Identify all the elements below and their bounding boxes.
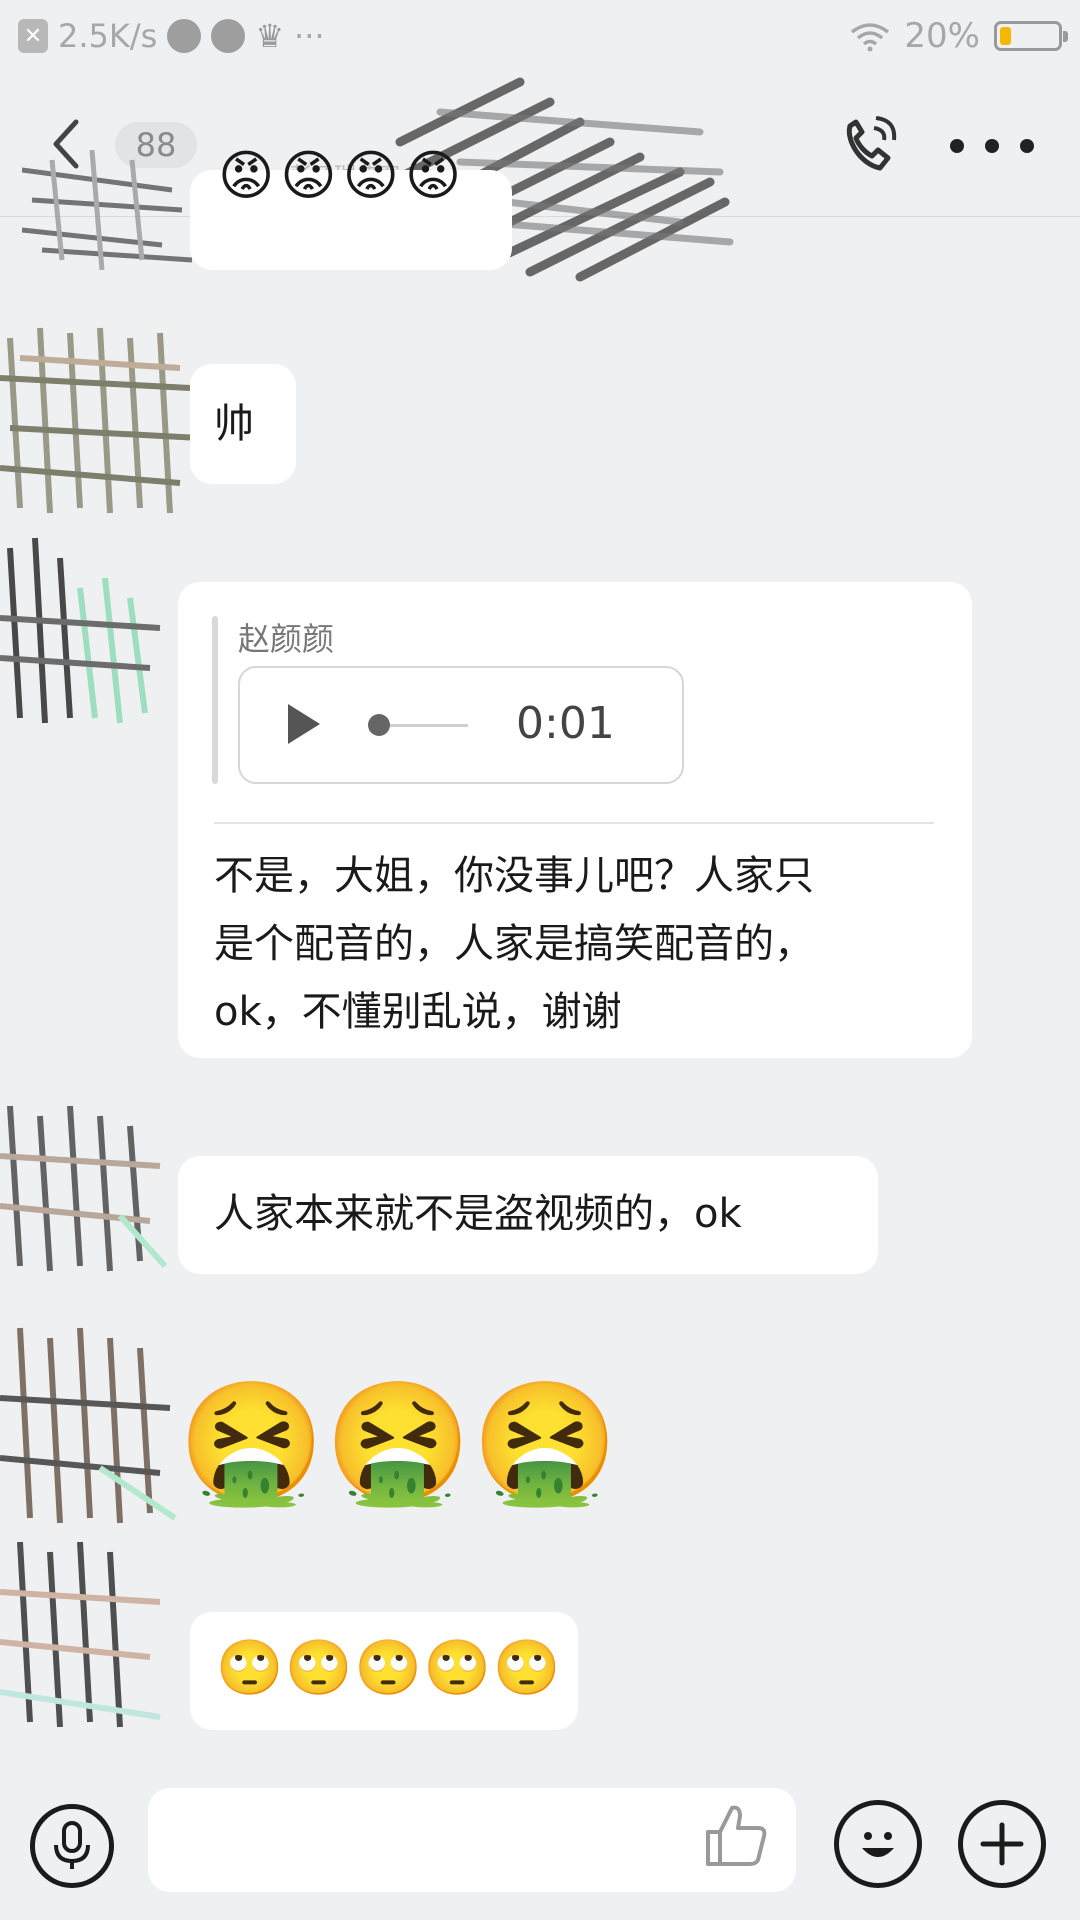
voice-progress-knob[interactable] — [368, 714, 390, 736]
message-bubble[interactable]: 🙄🙄🙄🙄🙄 — [190, 1612, 578, 1730]
avatar[interactable] — [0, 1532, 170, 1732]
message-emoji-row[interactable]: 🤮🤮🤮 — [178, 1372, 619, 1512]
message-emoji: 🙄🙄🙄🙄🙄 — [216, 1636, 563, 1699]
reply-divider — [214, 822, 934, 824]
message-text-line: ok，不懂别乱说，谢谢 — [214, 989, 622, 1035]
message-text: 帅 — [214, 401, 254, 447]
more-icon[interactable] — [950, 132, 1034, 160]
status-right: 20% — [850, 14, 1068, 58]
quote-bar — [212, 616, 218, 784]
crown-icon: ♛ — [255, 17, 285, 55]
battery-fill — [1000, 27, 1012, 45]
wifi-icon — [851, 23, 890, 52]
message-bubble[interactable]: 帅 — [190, 364, 296, 484]
avatar[interactable] — [22, 150, 192, 270]
emoji-icon[interactable] — [834, 1800, 922, 1888]
voice-duration: 0:01 — [516, 698, 615, 749]
battery-percent: 20% — [904, 16, 980, 56]
message-bubble[interactable]: 😡😡😡😡 — [190, 144, 512, 270]
status-bar: ✕ 2.5K/s ♛ ··· 20% — [0, 0, 1080, 72]
play-icon[interactable] — [288, 704, 320, 744]
message-bubble[interactable]: 人家本来就不是盗视频的，ok — [178, 1156, 878, 1274]
message-emoji: 🤮🤮🤮 — [178, 1373, 619, 1511]
reply-text: 不是，大姐，你没事儿吧？人家只 是个配音的，人家是搞笑配音的， ok，不懂别乱说… — [214, 848, 954, 1040]
message-text-line: 不是，大姐，你没事儿吧？人家只 — [214, 853, 814, 899]
phone-icon[interactable] — [836, 110, 902, 176]
message-text-line: 是个配音的，人家是搞笑配音的， — [214, 921, 814, 967]
mic-icon[interactable] — [30, 1804, 114, 1888]
avatar[interactable] — [0, 1096, 170, 1276]
plus-icon[interactable] — [958, 1800, 1046, 1888]
avatar[interactable] — [0, 318, 200, 518]
app-notification-icon — [167, 19, 202, 53]
battery-icon — [994, 21, 1068, 51]
thumbs-up-icon[interactable] — [700, 1800, 772, 1872]
voice-message-card[interactable]: 0:01 — [238, 666, 684, 784]
message-input[interactable] — [148, 1788, 796, 1892]
quote-author: 赵颜颜 — [238, 620, 335, 658]
network-speed: 2.5K/s — [58, 17, 158, 55]
app-notification-icon-2 — [211, 19, 246, 53]
status-left: ✕ 2.5K/s ♛ ··· — [18, 14, 325, 58]
input-bar — [0, 1770, 1080, 1920]
avatar[interactable] — [0, 528, 170, 728]
message-text: 人家本来就不是盗视频的，ok — [214, 1191, 742, 1237]
avatar[interactable] — [0, 1318, 180, 1528]
message-emoji: 😡😡😡😡 — [218, 144, 468, 207]
more-notifications: ··· — [294, 17, 325, 55]
notification-icon: ✕ — [18, 19, 48, 53]
